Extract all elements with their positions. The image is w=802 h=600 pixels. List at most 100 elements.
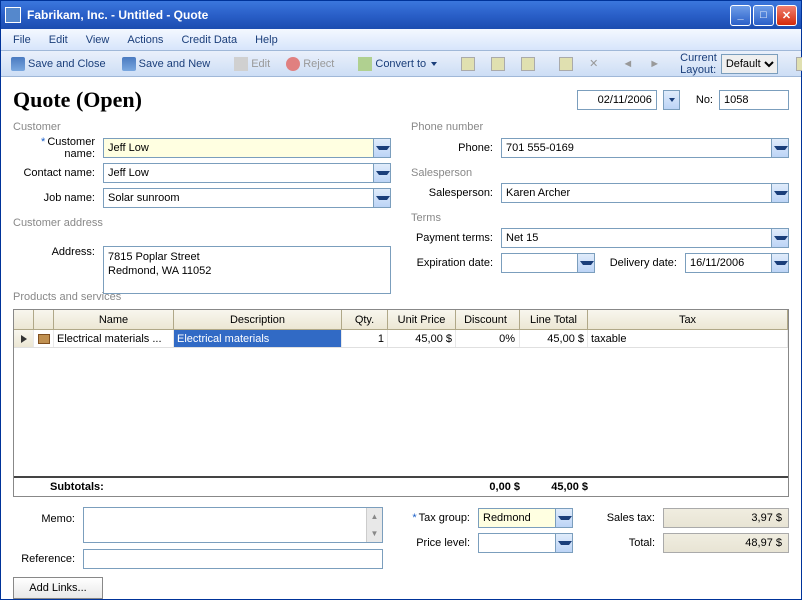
chevron-down-icon[interactable] bbox=[771, 139, 788, 157]
col-line-total[interactable]: Line Total bbox=[520, 310, 588, 329]
cell-discount[interactable]: 0% bbox=[456, 330, 520, 347]
doc-icon bbox=[461, 57, 475, 71]
chevron-down-icon[interactable] bbox=[555, 534, 572, 552]
row-icon bbox=[34, 330, 54, 347]
chevron-down-icon[interactable] bbox=[771, 184, 788, 202]
subtotals-label: Subtotals: bbox=[14, 481, 342, 493]
customer-section: Customer bbox=[13, 121, 391, 133]
menu-actions[interactable]: Actions bbox=[119, 32, 171, 48]
salesperson-label: Salesperson: bbox=[411, 187, 501, 199]
tb-prev: ◄ bbox=[616, 55, 639, 73]
tax-group-combo[interactable]: Redmond bbox=[478, 508, 573, 528]
modify-layout-button[interactable]: Modify Layout bbox=[790, 54, 802, 74]
price-level-label: Price level: bbox=[403, 537, 478, 549]
minimize-button[interactable]: _ bbox=[730, 5, 751, 26]
tb-next: ► bbox=[643, 55, 666, 73]
products-grid: Name Description Qty. Unit Price Discoun… bbox=[13, 309, 789, 497]
phone-combo[interactable]: 701 555-0169 bbox=[501, 138, 789, 158]
cell-tax[interactable]: taxable bbox=[588, 330, 788, 347]
memo-textarea[interactable]: ▲▼ bbox=[83, 507, 383, 543]
chevron-down-icon[interactable] bbox=[771, 254, 788, 272]
menu-edit[interactable]: Edit bbox=[41, 32, 76, 48]
close-button[interactable]: ✕ bbox=[776, 5, 797, 26]
date-picker-button[interactable] bbox=[663, 90, 680, 110]
table-row[interactable]: Electrical materials ... Electrical mate… bbox=[14, 330, 788, 348]
address-box[interactable]: 7815 Poplar Street Redmond, WA 11052 bbox=[103, 246, 391, 294]
maximize-button[interactable]: □ bbox=[753, 5, 774, 26]
layout-select[interactable]: Default bbox=[721, 54, 778, 74]
tb-icon-2[interactable] bbox=[485, 54, 511, 74]
save-close-button[interactable]: Save and Close bbox=[5, 54, 112, 74]
price-level-combo[interactable] bbox=[478, 533, 573, 553]
save-new-button[interactable]: Save and New bbox=[116, 54, 217, 74]
tb-icon-4[interactable] bbox=[553, 54, 579, 74]
menu-help[interactable]: Help bbox=[247, 32, 286, 48]
convert-button[interactable]: Convert to bbox=[352, 54, 443, 74]
reject-icon bbox=[286, 57, 300, 71]
chevron-down-icon[interactable] bbox=[771, 229, 788, 247]
toolbar: Save and Close Save and New Edit Reject … bbox=[1, 51, 801, 77]
customer-address-section: Customer address bbox=[13, 217, 391, 229]
col-tax[interactable]: Tax bbox=[588, 310, 788, 329]
total-label: Total: bbox=[593, 537, 663, 549]
tb-icon-3[interactable] bbox=[515, 54, 541, 74]
contact-name-label: Contact name: bbox=[13, 167, 103, 179]
quote-date-input[interactable] bbox=[577, 90, 657, 110]
grid-body[interactable]: Electrical materials ... Electrical mate… bbox=[14, 330, 788, 476]
job-name-combo[interactable]: Solar sunroom bbox=[103, 188, 391, 208]
reference-label: Reference: bbox=[13, 553, 83, 565]
subtotal-value-1: 0,00 $ bbox=[342, 481, 520, 493]
col-discount[interactable]: Discount bbox=[456, 310, 520, 329]
delivery-date-label: Delivery date: bbox=[605, 257, 685, 269]
contact-name-combo[interactable]: Jeff Low bbox=[103, 163, 391, 183]
layout-icon bbox=[796, 57, 802, 71]
expiration-date-combo[interactable] bbox=[501, 253, 595, 273]
chevron-down-icon[interactable] bbox=[373, 164, 390, 182]
customer-name-combo[interactable]: Jeff Low bbox=[103, 138, 391, 158]
window-title: Fabrikam, Inc. - Untitled - Quote bbox=[27, 8, 730, 22]
quote-number-input[interactable] bbox=[719, 90, 789, 110]
phone-label: Phone: bbox=[411, 142, 501, 154]
layout-label: Current Layout: bbox=[680, 52, 717, 76]
chevron-down-icon bbox=[431, 62, 437, 66]
package-icon bbox=[38, 334, 50, 344]
chevron-down-icon[interactable] bbox=[373, 189, 390, 207]
menu-file[interactable]: File bbox=[5, 32, 39, 48]
reference-input[interactable] bbox=[83, 549, 383, 569]
col-name[interactable]: Name bbox=[54, 310, 174, 329]
sales-tax-value: 3,97 $ bbox=[663, 508, 789, 528]
memo-label: Memo: bbox=[13, 507, 83, 525]
menubar: File Edit View Actions Credit Data Help bbox=[1, 29, 801, 51]
tax-group-label: *Tax group: bbox=[403, 512, 478, 524]
cell-name[interactable]: Electrical materials ... bbox=[54, 330, 174, 347]
salesperson-section: Salesperson bbox=[411, 167, 789, 179]
customer-name-label: *Customer name: bbox=[13, 136, 103, 160]
memo-scrollbar[interactable]: ▲▼ bbox=[366, 508, 382, 542]
cell-price[interactable]: 45,00 $ bbox=[388, 330, 456, 347]
row-indicator bbox=[14, 330, 34, 347]
terms-section: Terms bbox=[411, 212, 789, 224]
menu-view[interactable]: View bbox=[78, 32, 118, 48]
col-description[interactable]: Description bbox=[174, 310, 342, 329]
salesperson-combo[interactable]: Karen Archer bbox=[501, 183, 789, 203]
titlebar[interactable]: Fabrikam, Inc. - Untitled - Quote _ □ ✕ bbox=[1, 1, 801, 29]
payment-terms-label: Payment terms: bbox=[411, 232, 501, 244]
col-qty[interactable]: Qty. bbox=[342, 310, 388, 329]
menu-credit-data[interactable]: Credit Data bbox=[173, 32, 245, 48]
expiration-date-label: Expiration date: bbox=[411, 257, 501, 269]
subtotal-value-2: 45,00 $ bbox=[520, 481, 588, 493]
arrow-right-icon bbox=[21, 335, 27, 343]
chevron-down-icon[interactable] bbox=[577, 254, 594, 272]
add-links-button[interactable]: Add Links... bbox=[13, 577, 103, 599]
cell-total[interactable]: 45,00 $ bbox=[520, 330, 588, 347]
preview-icon bbox=[521, 57, 535, 71]
chevron-down-icon[interactable] bbox=[373, 139, 390, 157]
subtotal-row: Subtotals: 0,00 $ 45,00 $ bbox=[14, 476, 788, 496]
cell-description[interactable]: Electrical materials bbox=[174, 330, 342, 347]
col-unit-price[interactable]: Unit Price bbox=[388, 310, 456, 329]
delivery-date-combo[interactable]: 16/11/2006 bbox=[685, 253, 789, 273]
cell-qty[interactable]: 1 bbox=[342, 330, 388, 347]
tb-icon-1[interactable] bbox=[455, 54, 481, 74]
chevron-down-icon[interactable] bbox=[555, 509, 572, 527]
payment-terms-combo[interactable]: Net 15 bbox=[501, 228, 789, 248]
